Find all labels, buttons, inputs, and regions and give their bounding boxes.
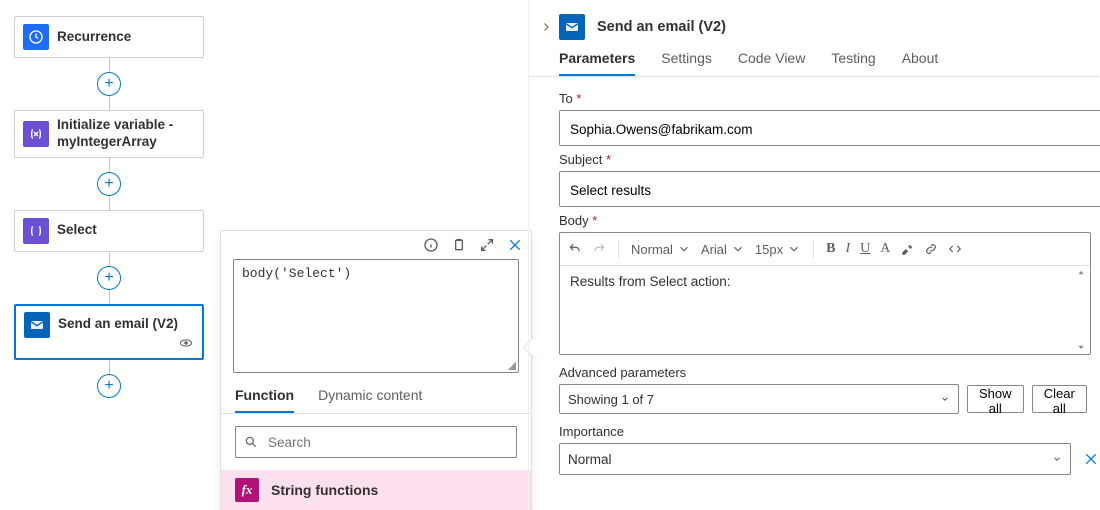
node-label: Initialize variable - myIntegerArray xyxy=(57,117,195,151)
body-editor: Normal Arial 15px B I U A Results from S… xyxy=(559,232,1091,355)
font-color-button[interactable]: A xyxy=(880,241,890,257)
importance-label: Importance xyxy=(559,424,1087,439)
recurrence-icon xyxy=(23,24,49,50)
code-button[interactable] xyxy=(948,242,962,256)
to-input[interactable] xyxy=(559,110,1100,146)
undo-icon[interactable] xyxy=(568,242,582,256)
node-recurrence[interactable]: Recurrence xyxy=(14,16,204,58)
outlook-icon xyxy=(559,14,585,40)
search-field[interactable] xyxy=(266,434,508,451)
tab-dynamic-content[interactable]: Dynamic content xyxy=(318,387,422,413)
bold-button[interactable]: B xyxy=(826,241,835,257)
advanced-select[interactable]: Showing 1 of 7 xyxy=(559,384,959,414)
remove-parameter-button[interactable] xyxy=(1083,451,1099,467)
underline-button[interactable]: U xyxy=(860,241,870,257)
scrollbar[interactable] xyxy=(1076,268,1088,352)
add-step-button[interactable]: + xyxy=(97,374,121,398)
block-style-select[interactable]: Normal xyxy=(631,242,691,257)
tab-settings[interactable]: Settings xyxy=(661,50,712,76)
add-step-button[interactable]: + xyxy=(97,172,121,196)
italic-button[interactable]: I xyxy=(845,241,850,257)
body-textarea[interactable]: Results from Select action: xyxy=(560,266,1090,354)
node-select[interactable]: Select xyxy=(14,210,204,252)
variable-icon xyxy=(23,121,49,147)
chevron-down-icon xyxy=(940,394,950,404)
tab-parameters[interactable]: Parameters xyxy=(559,50,635,76)
chevron-down-icon xyxy=(1052,454,1062,464)
node-label: Recurrence xyxy=(57,29,131,46)
action-panel: Send an email (V2) Parameters Settings C… xyxy=(528,0,1099,510)
advanced-label: Advanced parameters xyxy=(559,365,1087,380)
link-button[interactable] xyxy=(924,242,938,256)
node-label: Send an email (V2) xyxy=(58,316,178,333)
clear-all-button[interactable]: Clear all xyxy=(1032,385,1087,413)
tab-function[interactable]: Function xyxy=(235,387,294,413)
highlight-button[interactable] xyxy=(900,242,914,256)
search-icon xyxy=(244,435,258,449)
category-label: String functions xyxy=(271,482,378,498)
outlook-icon xyxy=(24,312,50,338)
scroll-down-icon xyxy=(1076,342,1086,352)
show-all-button[interactable]: Show all xyxy=(967,385,1024,413)
subject-input[interactable] xyxy=(559,171,1100,207)
add-step-button[interactable]: + xyxy=(97,72,121,96)
select-icon xyxy=(23,218,49,244)
tab-testing[interactable]: Testing xyxy=(831,50,875,76)
clipboard-icon[interactable] xyxy=(451,237,467,253)
category-string-functions[interactable]: fx String functions xyxy=(221,470,531,510)
flow-column: Recurrence + Initialize variable - myInt… xyxy=(14,16,204,398)
expression-panel: body('Select') Function Dynamic content … xyxy=(220,230,532,510)
node-initialize-variable[interactable]: Initialize variable - myIntegerArray xyxy=(14,110,204,158)
body-label: Body xyxy=(559,213,1087,228)
close-icon[interactable] xyxy=(507,237,523,253)
tab-code-view[interactable]: Code View xyxy=(738,50,805,76)
panel-title: Send an email (V2) xyxy=(597,19,726,35)
search-input[interactable] xyxy=(235,426,517,458)
expand-icon[interactable] xyxy=(479,237,495,253)
redo-icon[interactable] xyxy=(592,242,606,256)
font-size-select[interactable]: 15px xyxy=(755,242,801,257)
expression-input[interactable]: body('Select') xyxy=(233,259,519,373)
add-step-button[interactable]: + xyxy=(97,266,121,290)
to-label: To xyxy=(559,91,1087,106)
node-send-email[interactable]: Send an email (V2) xyxy=(14,304,204,360)
fx-icon: fx xyxy=(235,478,259,502)
node-label: Select xyxy=(57,222,97,239)
tab-about[interactable]: About xyxy=(902,50,939,76)
subject-label: Subject xyxy=(559,152,1087,167)
importance-select[interactable]: Normal xyxy=(559,443,1071,475)
font-family-select[interactable]: Arial xyxy=(701,242,745,257)
collapse-button[interactable] xyxy=(533,21,559,33)
scroll-up-icon xyxy=(1076,268,1086,278)
info-icon[interactable] xyxy=(423,237,439,253)
dynamic-content-slot[interactable] xyxy=(24,338,194,352)
